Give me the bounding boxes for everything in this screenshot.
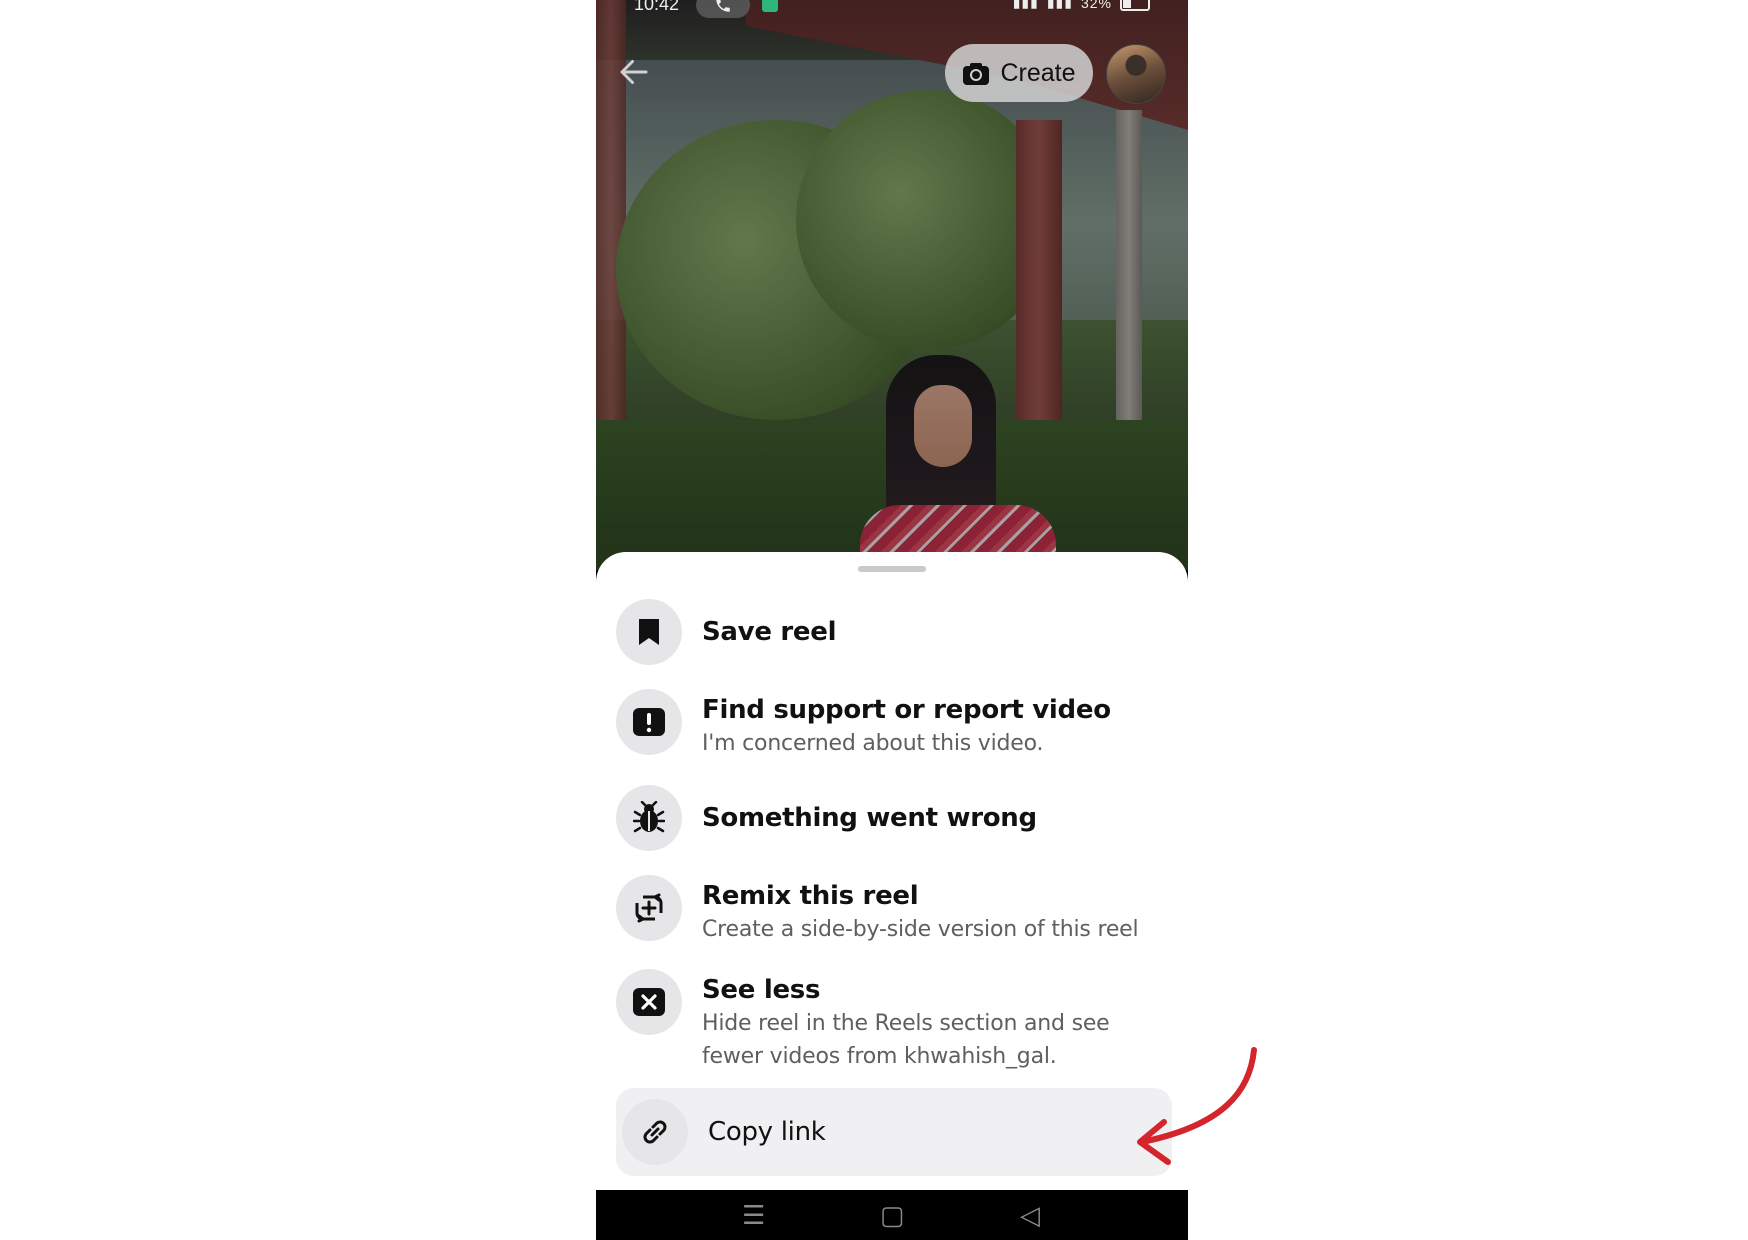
- signal-icon: ▮▮▮: [1012, 0, 1039, 10]
- home-nav-icon[interactable]: ▢: [880, 1200, 905, 1231]
- system-nav-bar: ☰ ▢ ◁: [596, 1190, 1188, 1240]
- annotation-arrow-icon: [1137, 1047, 1257, 1165]
- menu-item-subtitle: I'm concerned about this video.: [702, 731, 1044, 756]
- phone-screen: 10:42 ▮▮▮ ▮▮▮ 32% Create Save reel Find …: [596, 0, 1188, 1240]
- call-icon: [696, 0, 750, 18]
- menu-item-subtitle: Hide reel in the Reels section and see f…: [702, 1011, 1110, 1069]
- create-label: Create: [1000, 58, 1076, 87]
- status-time: 10:42: [634, 0, 680, 14]
- menu-item-something-went-wrong[interactable]: Something went wrong: [616, 785, 1172, 851]
- menu-item-title: Something went wrong: [702, 803, 1037, 833]
- signal-icon: ▮▮▮: [1046, 0, 1073, 10]
- menu-item-title: Save reel: [702, 617, 837, 647]
- menu-item-title: Copy link: [708, 1117, 826, 1147]
- menu-item-title: Find support or report video: [702, 695, 1111, 725]
- remix-icon: [616, 875, 682, 941]
- menu-item-title: Remix this reel: [702, 881, 919, 911]
- sheet-drag-handle[interactable]: [858, 566, 926, 572]
- menu-item-subtitle: Create a side-by-side version of this re…: [702, 917, 1139, 942]
- back-arrow-icon[interactable]: [616, 54, 656, 94]
- close-box-icon: [616, 969, 682, 1035]
- status-right: ▮▮▮ ▮▮▮ 32%: [1013, 0, 1150, 11]
- create-button[interactable]: Create: [945, 44, 1093, 102]
- link-icon: [622, 1099, 688, 1165]
- reel-video[interactable]: 10:42 ▮▮▮ ▮▮▮ 32% Create: [596, 0, 1188, 570]
- options-bottom-sheet: Save reel Find support or report video I…: [596, 552, 1188, 1190]
- menu-item-see-less[interactable]: See less Hide reel in the Reels section …: [616, 969, 1172, 1073]
- status-bar: 10:42 ▮▮▮ ▮▮▮ 32%: [596, 0, 1188, 22]
- menu-item-title: See less: [702, 975, 821, 1005]
- report-icon: [616, 689, 682, 755]
- battery-percent: 32%: [1080, 0, 1112, 11]
- camera-icon: [962, 62, 990, 85]
- battery-icon: [1120, 0, 1150, 11]
- notification-app-icon: [762, 0, 778, 12]
- profile-avatar[interactable]: [1106, 44, 1166, 104]
- back-nav-icon[interactable]: ◁: [1020, 1200, 1040, 1231]
- video-dim-overlay: [596, 0, 1188, 570]
- bookmark-icon: [616, 599, 682, 665]
- bug-icon: [616, 785, 682, 851]
- menu-item-copy-link[interactable]: Copy link: [616, 1088, 1172, 1176]
- menu-nav-icon[interactable]: ☰: [742, 1200, 765, 1231]
- menu-item-remix-reel[interactable]: Remix this reel Create a side-by-side ve…: [616, 875, 1172, 946]
- menu-item-save-reel[interactable]: Save reel: [616, 599, 1172, 665]
- menu-item-report-video[interactable]: Find support or report video I'm concern…: [616, 689, 1172, 760]
